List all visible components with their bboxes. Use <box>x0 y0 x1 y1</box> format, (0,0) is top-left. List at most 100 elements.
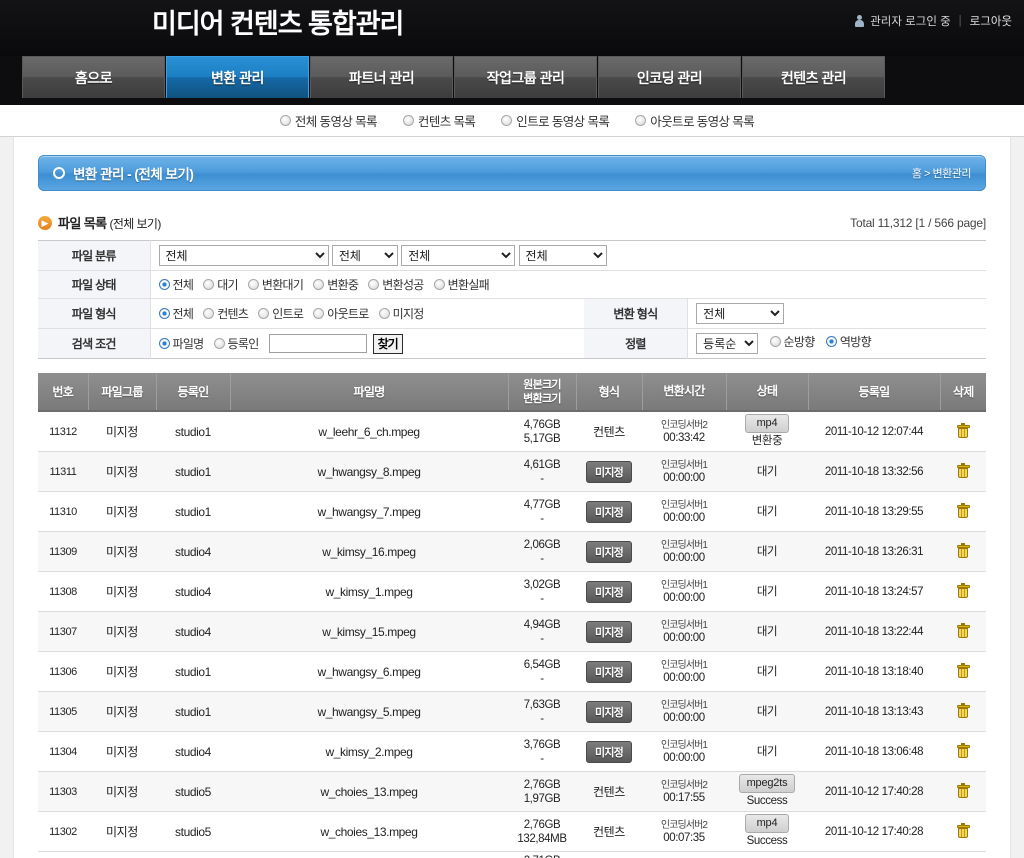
cell-no: 11310 <box>38 491 88 533</box>
state-radio-converting[interactable]: 변환중 <box>313 276 359 293</box>
cell-delete[interactable] <box>940 811 986 853</box>
radio-icon <box>158 308 170 319</box>
table-row[interactable]: 11312 미지정 studio1 w_leehr_6_ch.mpeg 4,76GB 5,… <box>38 411 986 453</box>
cell-delete[interactable] <box>940 531 986 573</box>
search-input[interactable] <box>268 334 367 354</box>
cell-delete[interactable] <box>940 691 986 733</box>
cell-delete[interactable] <box>940 611 986 653</box>
sort-radio-descending[interactable]: 역방향 <box>825 333 872 350</box>
table-row[interactable]: 11303 미지정 studio5 w_choies_13.mpeg 2,76GB 1,9… <box>38 771 986 813</box>
state-radio-waiting[interactable]: 대기 <box>203 276 239 293</box>
state-radio-fail[interactable]: 변환실패 <box>433 276 490 293</box>
convert-format-select[interactable]: 전체 <box>696 303 785 324</box>
cell-date: 2011-10-12 17:40:28 <box>808 771 940 813</box>
column-header-time[interactable]: 변환시간 <box>642 373 727 413</box>
cell-filename[interactable]: w_hwangsy_7.mpeg <box>230 491 508 533</box>
state-radio-success[interactable]: 변환성공 <box>368 276 424 293</box>
trash-icon[interactable] <box>956 462 970 478</box>
category-select-1[interactable]: 전체 <box>158 245 329 266</box>
column-header-size[interactable]: 원본크기 변환크기 <box>508 373 577 413</box>
search-radio-filename[interactable]: 파일명 <box>158 335 204 352</box>
table-row[interactable]: 11304 미지정 studio4 w_kimsy_2.mpeg 3,76GB - 미지정 인… <box>38 731 986 773</box>
column-header-status[interactable]: 상태 <box>726 373 809 413</box>
nav-tab-home[interactable]: 홈으로 <box>22 56 165 98</box>
sort-radio-ascending[interactable]: 순방향 <box>769 333 815 350</box>
conversion-duration: 00:00:00 <box>663 711 705 724</box>
subnav-item-intro[interactable]: 인트로 동영상 목록 <box>501 111 610 130</box>
trash-icon[interactable] <box>956 662 970 678</box>
cell-filename[interactable]: w_hwangsy_6.mpeg <box>230 651 508 693</box>
table-row-partial[interactable]: 2,71GB <box>38 851 986 858</box>
table-row[interactable]: 11307 미지정 studio4 w_kimsy_15.mpeg 4,94GB - 미지정… <box>38 611 986 653</box>
format-radio-intro[interactable]: 인트로 <box>258 305 304 322</box>
subnav-item-outro[interactable]: 아웃트로 동영상 목록 <box>635 111 755 130</box>
trash-icon[interactable] <box>956 742 970 758</box>
format-radio-contents[interactable]: 컨텐츠 <box>203 305 249 322</box>
nav-tab-workgroup[interactable]: 작업그룹 관리 <box>454 56 597 98</box>
trash-icon[interactable] <box>956 502 970 518</box>
table-row[interactable]: 11308 미지정 studio4 w_kimsy_1.mpeg 3,02GB - 미지정 인… <box>38 571 986 613</box>
trash-icon[interactable] <box>956 622 970 638</box>
cell-filename[interactable]: w_kimsy_16.mpeg <box>230 531 508 573</box>
cell-filename[interactable]: w_choies_13.mpeg <box>230 771 508 813</box>
state-radio-convert-waiting[interactable]: 변환대기 <box>247 276 304 293</box>
table-row[interactable]: 11309 미지정 studio4 w_kimsy_16.mpeg 2,06GB - 미지정… <box>38 531 986 573</box>
nav-tab-content[interactable]: 컨텐츠 관리 <box>742 56 885 98</box>
cell-delete[interactable] <box>940 411 986 453</box>
cell-filename[interactable]: w_hwangsy_5.mpeg <box>230 691 508 733</box>
state-radio-all[interactable]: 전체 <box>158 276 194 293</box>
cell-delete[interactable] <box>940 571 986 613</box>
column-header-group[interactable]: 파일그룹 <box>88 373 157 413</box>
cell-delete[interactable] <box>940 451 986 493</box>
format-radio-unspecified[interactable]: 미지정 <box>378 305 424 322</box>
category-select-4[interactable]: 전체 <box>518 245 607 266</box>
table-row[interactable]: 11305 미지정 studio1 w_hwangsy_5.mpeg 7,63GB - 미지… <box>38 691 986 733</box>
cell-status: 대기 <box>726 531 808 573</box>
cell-group: 미지정 <box>88 411 156 453</box>
trash-icon[interactable] <box>956 422 970 438</box>
cell-delete[interactable] <box>940 731 986 773</box>
table-row[interactable]: 11302 미지정 studio5 w_choies_13.mpeg 2,76GB 132… <box>38 811 986 853</box>
search-button[interactable]: 찾기 <box>372 333 403 354</box>
cell-filename[interactable]: w_hwangsy_8.mpeg <box>230 451 508 493</box>
nav-tab-partner[interactable]: 파트너 관리 <box>310 56 453 98</box>
cell-delete[interactable] <box>940 771 986 813</box>
search-radio-owner[interactable]: 등록인 <box>213 335 259 352</box>
subnav-item-contents[interactable]: 컨텐츠 목록 <box>402 111 476 130</box>
cell-filename[interactable]: w_kimsy_15.mpeg <box>230 611 508 653</box>
cell-filename[interactable]: w_leehr_6_ch.mpeg <box>230 411 508 453</box>
subnav-item-all-videos[interactable]: 전체 동영상 목록 <box>279 111 378 130</box>
cell-filename[interactable]: w_kimsy_2.mpeg <box>230 731 508 773</box>
format-radio-all[interactable]: 전체 <box>158 305 194 322</box>
logout-link[interactable]: 로그아웃 <box>970 13 1012 29</box>
trash-icon[interactable] <box>956 702 970 718</box>
cell-status: 대기 <box>726 451 808 493</box>
nav-tab-conversion[interactable]: 변환 관리 <box>166 56 309 98</box>
column-header-no[interactable]: 번호 <box>38 373 89 413</box>
column-header-owner[interactable]: 등록인 <box>156 373 231 413</box>
format-radio-outro[interactable]: 아웃트로 <box>313 305 369 322</box>
column-header-type[interactable]: 형식 <box>576 373 643 413</box>
table-row[interactable]: 11311 미지정 studio1 w_hwangsy_8.mpeg 4,61GB - 미지… <box>38 451 986 493</box>
cell-filename[interactable]: w_kimsy_1.mpeg <box>230 571 508 613</box>
trash-icon[interactable] <box>956 582 970 598</box>
sort-select[interactable]: 등록순 <box>696 333 759 355</box>
column-header-filename[interactable]: 파일명 <box>230 373 509 413</box>
trash-icon[interactable] <box>956 822 970 838</box>
cell-delete[interactable] <box>940 491 986 533</box>
table-row[interactable]: 11310 미지정 studio1 w_hwangsy_7.mpeg 4,77GB - 미지… <box>38 491 986 533</box>
cell-date: 2011-10-18 13:22:44 <box>808 611 940 653</box>
status-text: Success <box>746 795 788 808</box>
nav-tab-encoding[interactable]: 인코딩 관리 <box>598 56 741 98</box>
trash-icon[interactable] <box>956 542 970 558</box>
cell-filename[interactable]: w_choies_13.mpeg <box>230 811 508 853</box>
cell-delete[interactable] <box>940 651 986 693</box>
trash-icon[interactable] <box>956 782 970 798</box>
state-radio-label: 변환중 <box>327 278 359 292</box>
table-row[interactable]: 11306 미지정 studio1 w_hwangsy_6.mpeg 6,54GB - 미지… <box>38 651 986 693</box>
category-select-2[interactable]: 전체 <box>331 245 398 266</box>
column-header-date[interactable]: 등록일 <box>808 373 941 413</box>
category-select-3[interactable]: 전체 <box>401 245 516 266</box>
encoding-server-label: 인코딩서버2 <box>660 819 708 831</box>
cell-owner: studio5 <box>156 771 230 813</box>
